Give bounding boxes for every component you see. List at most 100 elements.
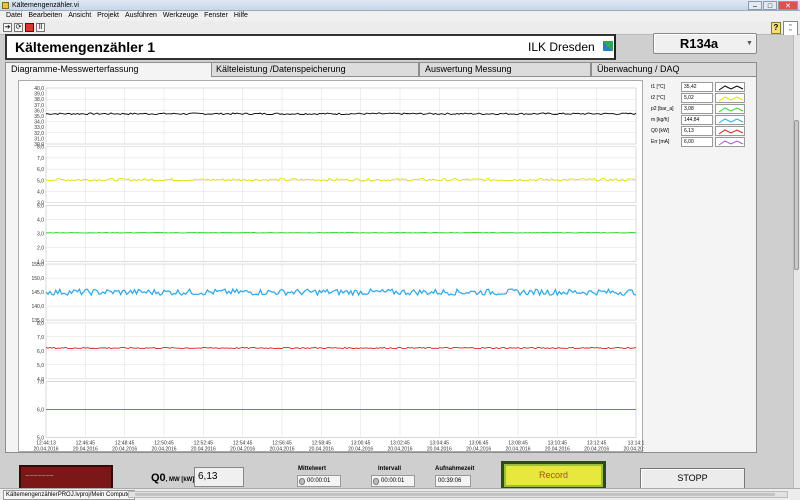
q0-label: Q0, MW [kW] (151, 472, 195, 484)
refrigerant-select[interactable]: R134a ▼ (653, 33, 757, 54)
legend-swatch (715, 104, 745, 114)
menu-ausfuehren[interactable]: Ausführen (122, 11, 160, 21)
x-tick-date: 20.04.2016 (427, 447, 452, 453)
y-tick-label: 8,0 (37, 145, 44, 151)
menu-projekt[interactable]: Projekt (94, 11, 122, 21)
legend-swatch (715, 93, 745, 103)
title-bar: Kältemengenzähler.vi – □ ✕ (0, 0, 800, 11)
legend-value: 3,08 (681, 104, 713, 114)
legend-item: t2 [°C] 5,02 (645, 93, 745, 104)
tab-kaelteleistung[interactable]: Kälteleistung /Datenspeicherung (210, 62, 419, 76)
plot-panel (45, 87, 637, 145)
pause-icon[interactable]: ll (36, 23, 45, 32)
x-tick-date: 20.04.2016 (151, 447, 176, 453)
x-tick-date: 20.04.2016 (230, 447, 255, 453)
x-tick-date: 20.04.2016 (505, 447, 530, 453)
org-name: ILK Dresden (528, 40, 595, 54)
legend-value: 5,02 (681, 93, 713, 103)
run-continuously-icon[interactable]: ⟳ (14, 23, 23, 32)
legend-label: t2 [°C] (651, 95, 665, 101)
window-controls: – □ ✕ (748, 0, 798, 11)
y-tick-label: 150,0 (31, 276, 44, 282)
context-help-icon[interactable]: ▪▪ ▪▪ (783, 21, 798, 36)
window-title: Kältemengenzähler.vi (12, 2, 79, 9)
menu-bar: Datei Bearbeiten Ansicht Projekt Ausführ… (0, 11, 800, 21)
y-tick-label: 155,0 (31, 262, 44, 268)
x-tick-date: 20.04.2016 (466, 447, 491, 453)
legend-swatch (715, 115, 745, 125)
dropdown-arrow-icon: ▼ (746, 40, 753, 47)
legend-item: t1 [°C] 35,42 (645, 82, 745, 93)
logo-button[interactable]: ~~~~~~~ (19, 465, 113, 490)
vertical-scroll-thumb[interactable] (794, 120, 799, 270)
app-icon (2, 2, 9, 9)
y-tick-label: 2,0 (37, 245, 44, 251)
close-button[interactable]: ✕ (778, 1, 798, 10)
tab-ueberwachung[interactable]: Überwachung / DAQ (591, 62, 757, 76)
legend-item: m [kg/h] 144,84 (645, 115, 745, 126)
menu-ansicht[interactable]: Ansicht (65, 11, 94, 21)
aufnahmezeit-label: Aufnahmezeit (435, 466, 475, 472)
legend-label: m [kg/h] (651, 117, 669, 123)
x-tick-date: 20.04.2016 (191, 447, 216, 453)
tab-diagramme[interactable]: Diagramme-Messwerterfassung (5, 62, 212, 77)
y-tick-label: 5,0 (37, 363, 44, 369)
ilk-logo-icon (603, 41, 613, 51)
project-path: KältemengenzählerPROJ.lvproj/Mein Comput… (3, 490, 136, 500)
spinner-icon[interactable] (373, 478, 379, 485)
y-tick-label: 145,0 (31, 290, 44, 296)
x-tick-date: 20.04.2016 (584, 447, 609, 453)
maximize-button[interactable]: □ (763, 1, 777, 10)
mittelwert-control[interactable]: 00:00:01 (297, 475, 341, 487)
menu-fenster[interactable]: Fenster (201, 11, 231, 21)
y-tick-label: 6,0 (37, 349, 44, 355)
spinner-icon[interactable] (299, 478, 305, 485)
y-tick-label: 140,0 (31, 304, 44, 310)
y-tick-label: 31,0 (34, 136, 44, 142)
y-tick-label: 7,0 (37, 335, 44, 341)
stopp-button[interactable]: STOPP (640, 468, 745, 489)
legend-value: 6,13 (681, 126, 713, 136)
legend-swatch (715, 126, 745, 136)
y-tick-label: 4,0 (37, 190, 44, 196)
legend-label: Err [mA] (651, 139, 670, 145)
stacked-chart: 40,0 38,0 36,0 34,0 32,0 30,0 39,0 37,0 35,0 33,0… (18, 80, 644, 453)
legend-item: Err [mA] 6,00 (645, 137, 745, 148)
horizontal-scrollbar[interactable] (128, 491, 788, 498)
legend-value: 35,42 (681, 82, 713, 92)
menu-hilfe[interactable]: Hilfe (231, 11, 251, 21)
legend-label: p2 [bar_a] (651, 106, 674, 112)
x-tick-date: 20.04.2016 (112, 447, 137, 453)
help-icon[interactable]: ? (771, 22, 781, 34)
run-arrow-icon[interactable]: ➔ (3, 23, 12, 32)
x-tick-date: 20.04.2016 (623, 447, 644, 453)
y-tick-label: 7,0 (37, 156, 44, 162)
menu-datei[interactable]: Datei (3, 11, 25, 21)
intervall-label: Intervall (378, 466, 402, 472)
horizontal-scroll-thumb[interactable] (135, 493, 775, 496)
refrigerant-value: R134a (679, 36, 719, 51)
mittelwert-label: Mittelwert (298, 466, 327, 472)
y-tick-label: 8,0 (37, 321, 44, 327)
record-button[interactable]: Record (501, 461, 606, 490)
tab-bar: Diagramme-Messwerterfassung Kälteleistun… (5, 62, 757, 77)
minimize-button[interactable]: – (748, 1, 762, 10)
plot-panel (45, 146, 637, 203)
legend-label: Q0 [kW] (651, 128, 670, 134)
y-tick-label: 39,0 (34, 92, 44, 98)
y-tick-label: 37,0 (34, 103, 44, 109)
menu-bearbeiten[interactable]: Bearbeiten (25, 11, 65, 21)
header-box: Kältemengenzähler 1 ILK Dresden (5, 34, 616, 60)
legend-swatch (715, 137, 745, 147)
y-tick-label: 5,0 (37, 178, 44, 184)
y-tick-label: 35,0 (34, 114, 44, 120)
x-tick-date: 20.04.2016 (33, 447, 58, 453)
tab-auswertung[interactable]: Auswertung Messung (419, 62, 591, 76)
y-tick-label: 6,0 (37, 167, 44, 173)
menu-werkzeuge[interactable]: Werkzeuge (160, 11, 201, 21)
series-line (45, 231, 637, 234)
y-tick-label: 6,0 (37, 408, 44, 414)
abort-icon[interactable] (25, 23, 34, 32)
intervall-control[interactable]: 00:00:01 (371, 475, 415, 487)
x-tick-date: 20.04.2016 (269, 447, 294, 453)
